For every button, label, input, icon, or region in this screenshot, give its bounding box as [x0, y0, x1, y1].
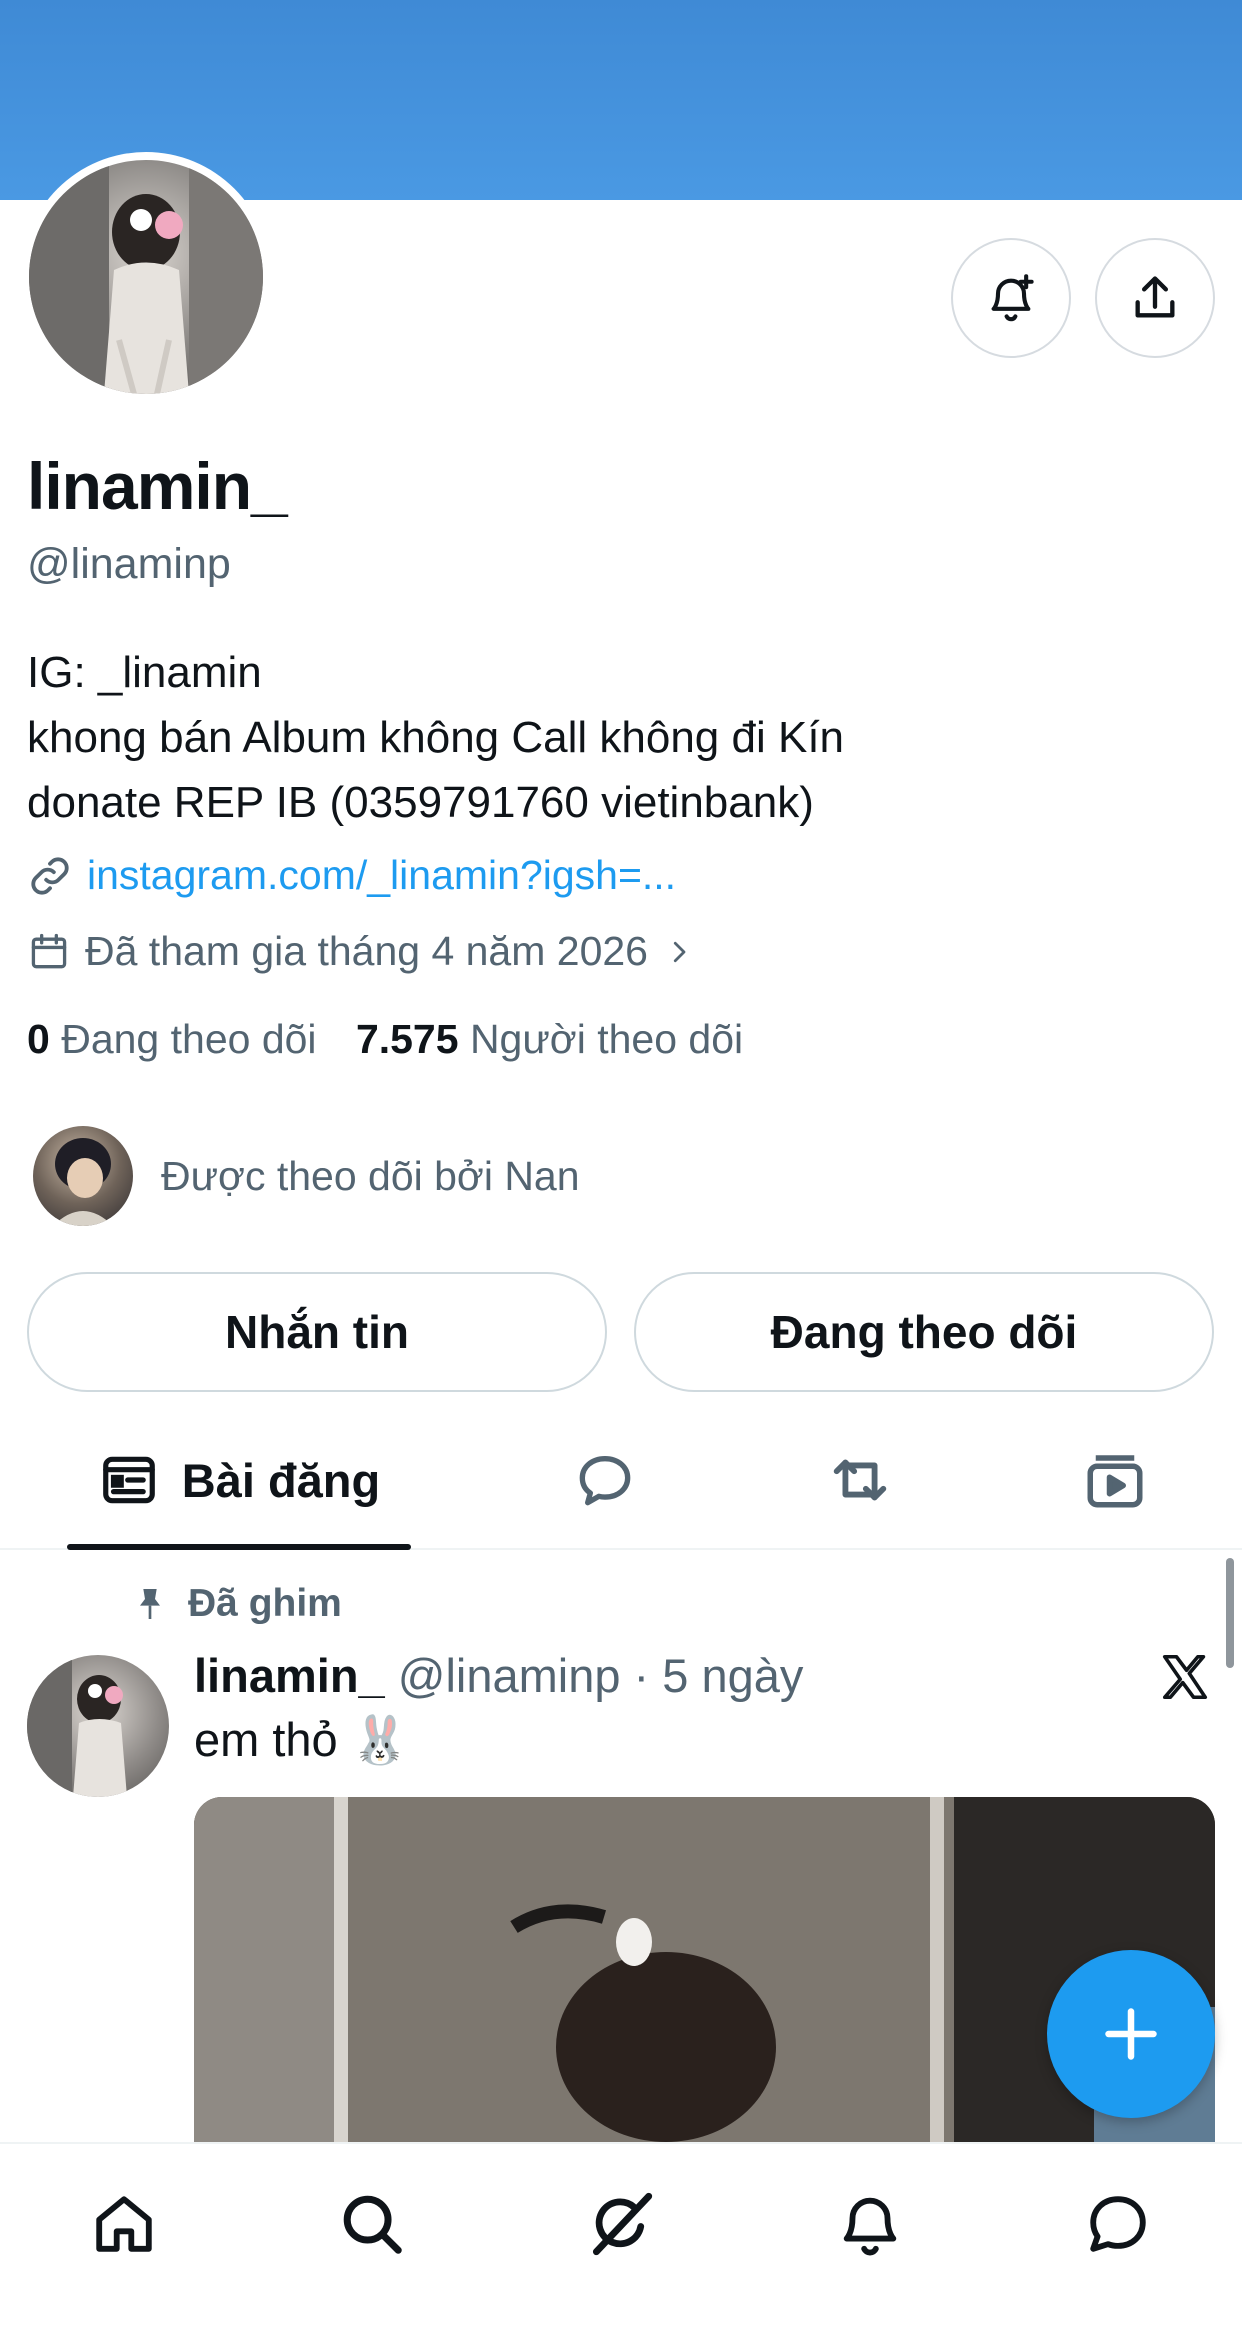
- post-media-image[interactable]: [194, 1797, 1215, 2142]
- followed-by-text: Được theo dõi bởi Nan: [161, 1152, 580, 1199]
- home-icon: [96, 2196, 152, 2252]
- display-name: linamin_: [27, 449, 288, 523]
- post-separator: ·: [633, 1649, 650, 1702]
- bio-line: IG: _linamin: [27, 648, 262, 697]
- profile-tabs: Bài đăng: [0, 1410, 1242, 1550]
- profile-link[interactable]: instagram.com/_linamin?igsh=...: [87, 852, 676, 899]
- profile-bio: IG: _linamin khong bán Album không Call …: [27, 640, 844, 835]
- notifications-icon: [843, 2197, 897, 2256]
- share-icon: [1135, 276, 1175, 318]
- nav-home[interactable]: [84, 2184, 164, 2264]
- x-logo-icon: [1158, 1650, 1212, 1709]
- post-author-avatar[interactable]: [27, 1655, 169, 1797]
- share-button[interactable]: [1095, 238, 1215, 358]
- joined-row[interactable]: Đã tham gia tháng 4 năm 2026: [27, 928, 694, 975]
- post-time[interactable]: 5 ngày: [662, 1649, 803, 1702]
- tab-replies[interactable]: [560, 1410, 650, 1550]
- avatar-photo: [29, 160, 263, 394]
- followers-stat[interactable]: 7.575 Người theo dõi: [356, 1016, 743, 1062]
- message-button[interactable]: Nhắn tin: [27, 1272, 607, 1392]
- scrollbar[interactable]: [1226, 1558, 1234, 1668]
- compose-button[interactable]: [1047, 1950, 1215, 2118]
- following-stat[interactable]: 0 Đang theo dõi: [27, 1016, 317, 1062]
- posts-icon: [102, 1456, 155, 1504]
- following-button[interactable]: Đang theo dõi: [634, 1272, 1214, 1392]
- replies-icon: [579, 1456, 631, 1506]
- followed-by[interactable]: Được theo dõi bởi Nan: [33, 1126, 580, 1226]
- tab-reposts[interactable]: [815, 1410, 905, 1550]
- post-author-name[interactable]: linamin_: [194, 1649, 385, 1702]
- active-tab-indicator: [67, 1544, 411, 1550]
- repost-icon: [833, 1459, 887, 1501]
- bio-line: khong bán Album không Call không đi Kín: [27, 713, 845, 762]
- nav-search[interactable]: [332, 2184, 412, 2264]
- media-icon: [1087, 1455, 1143, 1508]
- pinned-label: Đã ghim: [188, 1582, 342, 1625]
- pinned-indicator: Đã ghim: [130, 1582, 342, 1626]
- search-icon: [343, 2195, 402, 2254]
- bottom-navigation: [0, 2142, 1242, 2326]
- nav-grok[interactable]: [581, 2184, 661, 2264]
- follower-avatar: [33, 1126, 133, 1226]
- notifications-subscribe-button[interactable]: [951, 238, 1071, 358]
- joined-date: Đã tham gia tháng 4 năm 2026: [85, 928, 648, 974]
- post-header: linamin_ @linaminp · 5 ngày: [194, 1648, 803, 1703]
- tab-media[interactable]: [1070, 1410, 1160, 1550]
- profile-link-row[interactable]: instagram.com/_linamin?igsh=...: [27, 852, 676, 899]
- nav-notifications[interactable]: [830, 2184, 910, 2264]
- grok-icon: [592, 2192, 653, 2256]
- bio-line: donate REP IB (0359791760 vietinbank): [27, 778, 814, 827]
- post-text: em thỏ 🐰: [194, 1713, 410, 1766]
- link-icon: [31, 856, 69, 895]
- pin-icon: [140, 1589, 160, 1619]
- plus-icon: [1105, 2008, 1157, 2060]
- bell-plus-icon: [991, 274, 1034, 322]
- chevron-right-icon: [673, 941, 686, 962]
- messages-icon: [1090, 2196, 1146, 2252]
- post-author-handle[interactable]: @linaminp: [398, 1649, 621, 1702]
- profile-avatar[interactable]: [21, 152, 271, 402]
- calendar-icon: [31, 933, 67, 968]
- tab-label: Bài đăng: [181, 1453, 381, 1507]
- user-handle: @linaminp: [27, 540, 231, 588]
- nav-messages[interactable]: [1078, 2184, 1158, 2264]
- follow-stats: 0 Đang theo dõi 7.575 Người theo dõi: [27, 1016, 743, 1063]
- tab-posts[interactable]: Bài đăng: [67, 1410, 411, 1550]
